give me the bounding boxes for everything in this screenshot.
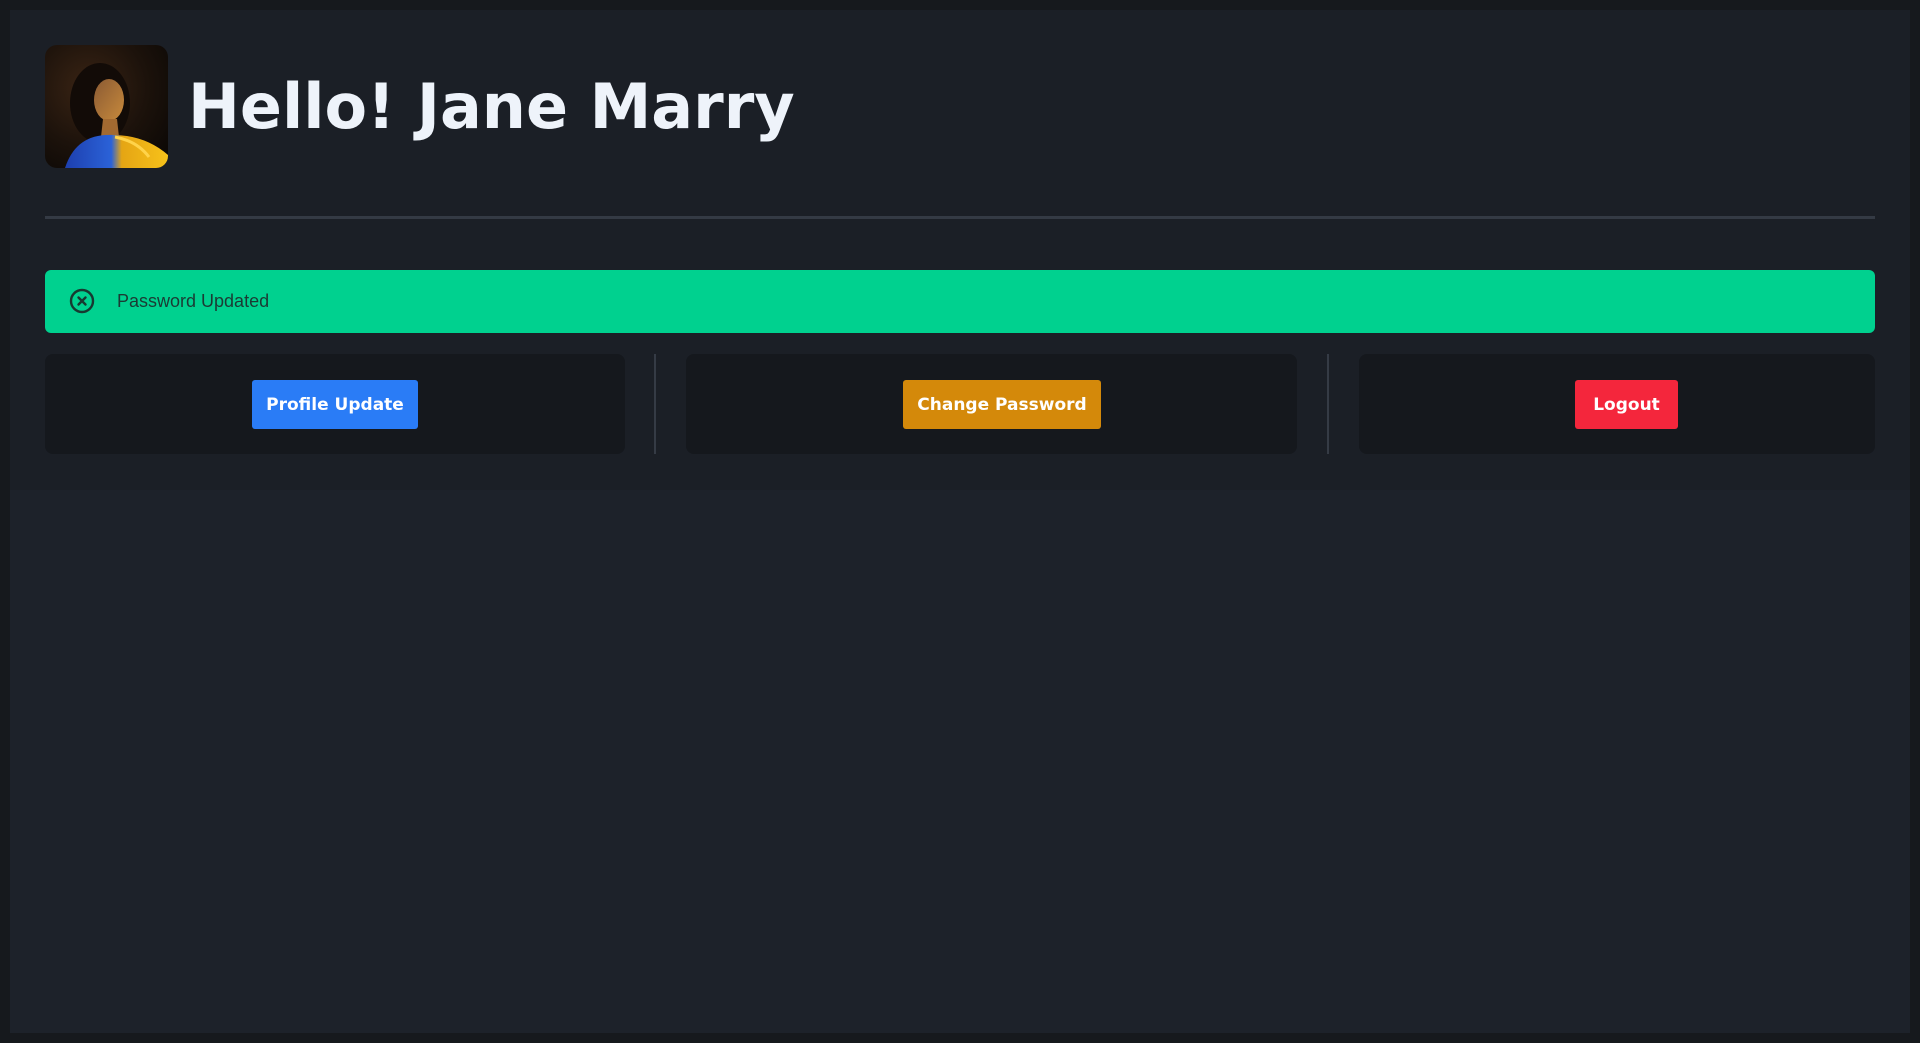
profile-panel: Hello! Jane Marry Password Updated Profi… [10, 10, 1910, 490]
close-circle-icon[interactable] [69, 288, 95, 314]
card-separator [1327, 354, 1329, 454]
profile-update-card: Profile Update [45, 354, 625, 454]
logout-card: Logout [1359, 354, 1875, 454]
header-divider [45, 216, 1875, 219]
alert-message: Password Updated [117, 291, 270, 311]
logout-button[interactable]: Logout [1575, 380, 1678, 429]
success-alert: Password Updated [45, 270, 1875, 333]
change-password-button[interactable]: Change Password [903, 380, 1101, 429]
change-password-card: Change Password [686, 354, 1297, 454]
page-title: Hello! Jane Marry [188, 70, 795, 143]
card-separator [654, 354, 656, 454]
profile-update-button[interactable]: Profile Update [252, 380, 418, 429]
app-window: Hello! Jane Marry Password Updated Profi… [10, 10, 1910, 1033]
avatar [45, 45, 168, 168]
